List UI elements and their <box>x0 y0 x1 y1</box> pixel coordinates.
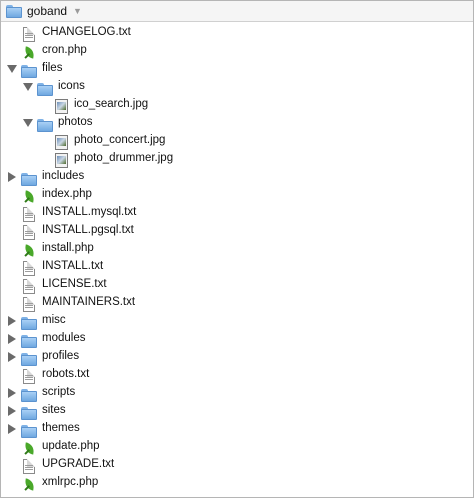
tree-file-row[interactable]: xmlrpc.php <box>1 474 473 492</box>
disclosure-closed-icon[interactable] <box>8 388 16 398</box>
finder-window: goband ▼ CHANGELOG.txt cron.php files icons… <box>0 0 474 498</box>
text-file-icon <box>23 368 35 384</box>
folder-icon <box>21 172 37 186</box>
folder-icon <box>6 4 22 18</box>
tree-file-row[interactable]: photo_concert.jpg <box>1 132 473 150</box>
php-file-icon <box>23 45 35 60</box>
image-file-icon <box>55 134 68 150</box>
tree-item-label: INSTALL.mysql.txt <box>42 206 137 218</box>
tree-item-label: profiles <box>42 350 80 362</box>
image-file-icon <box>55 98 68 114</box>
tree-file-row[interactable]: CHANGELOG.txt <box>1 24 473 42</box>
text-file-icon <box>23 206 35 222</box>
tree-folder-row[interactable]: misc <box>1 312 473 330</box>
tree-item-label: includes <box>42 170 85 182</box>
tree-item-label: INSTALL.txt <box>42 260 104 272</box>
tree-file-row[interactable]: cron.php <box>1 42 473 60</box>
folder-icon <box>21 64 37 78</box>
tree-file-row[interactable]: INSTALL.txt <box>1 258 473 276</box>
text-file-icon <box>23 458 35 474</box>
tree-folder-row[interactable]: profiles <box>1 348 473 366</box>
folder-icon <box>21 316 37 330</box>
tree-file-row[interactable]: LICENSE.txt <box>1 276 473 294</box>
tree-item-label: cron.php <box>42 44 87 56</box>
text-file-icon <box>23 260 35 276</box>
disclosure-closed-icon[interactable] <box>8 316 16 326</box>
folder-icon <box>21 352 37 366</box>
tree-file-row[interactable]: update.php <box>1 438 473 456</box>
folder-path-bar[interactable]: goband ▼ <box>1 1 473 22</box>
text-file-icon <box>23 26 35 42</box>
tree-item-label: photo_concert.jpg <box>74 134 166 146</box>
tree-folder-row[interactable]: photos <box>1 114 473 132</box>
folder-icon <box>21 424 37 438</box>
tree-file-row[interactable]: INSTALL.mysql.txt <box>1 204 473 222</box>
tree-item-label: scripts <box>42 386 76 398</box>
php-file-icon <box>23 189 35 204</box>
tree-folder-row[interactable]: sites <box>1 402 473 420</box>
folder-icon <box>21 334 37 348</box>
tree-item-label: LICENSE.txt <box>42 278 107 290</box>
tree-item-label: files <box>42 62 63 74</box>
tree-item-label: install.php <box>42 242 94 254</box>
tree-item-label: misc <box>42 314 66 326</box>
tree-file-row[interactable]: robots.txt <box>1 366 473 384</box>
folder-icon <box>21 388 37 402</box>
tree-file-row[interactable]: photo_drummer.jpg <box>1 150 473 168</box>
tree-item-label: CHANGELOG.txt <box>42 26 131 38</box>
tree-item-label: MAINTAINERS.txt <box>42 296 136 308</box>
tree-item-label: icons <box>58 80 85 92</box>
tree-file-row[interactable]: ico_search.jpg <box>1 96 473 114</box>
php-file-icon <box>23 477 35 492</box>
tree-item-label: modules <box>42 332 86 344</box>
tree-item-label: INSTALL.pgsql.txt <box>42 224 134 236</box>
disclosure-open-icon[interactable] <box>7 65 17 73</box>
tree-folder-row[interactable]: scripts <box>1 384 473 402</box>
tree-folder-row[interactable]: modules <box>1 330 473 348</box>
disclosure-closed-icon[interactable] <box>8 352 16 362</box>
php-file-icon <box>23 243 35 258</box>
tree-folder-row[interactable]: themes <box>1 420 473 438</box>
tree-item-label: photos <box>58 116 93 128</box>
image-file-icon <box>55 152 68 168</box>
tree-file-row[interactable]: INSTALL.pgsql.txt <box>1 222 473 240</box>
tree-item-label: index.php <box>42 188 92 200</box>
tree-item-label: themes <box>42 422 80 434</box>
disclosure-open-icon[interactable] <box>23 119 33 127</box>
disclosure-closed-icon[interactable] <box>8 334 16 344</box>
tree-file-row[interactable]: install.php <box>1 240 473 258</box>
tree-folder-row[interactable]: icons <box>1 78 473 96</box>
text-file-icon <box>23 224 35 240</box>
text-file-icon <box>23 278 35 294</box>
disclosure-closed-icon[interactable] <box>8 406 16 416</box>
tree-folder-row[interactable]: files <box>1 60 473 78</box>
tree-item-label: update.php <box>42 440 100 452</box>
folder-icon <box>37 118 53 132</box>
text-file-icon <box>23 296 35 312</box>
folder-icon <box>21 406 37 420</box>
tree-item-label: photo_drummer.jpg <box>74 152 174 164</box>
tree-item-label: xmlrpc.php <box>42 476 99 488</box>
disclosure-closed-icon[interactable] <box>8 424 16 434</box>
folder-icon <box>37 82 53 96</box>
disclosure-open-icon[interactable] <box>23 83 33 91</box>
tree-folder-row[interactable]: includes <box>1 168 473 186</box>
php-file-icon <box>23 441 35 456</box>
tree-item-label: UPGRADE.txt <box>42 458 115 470</box>
tree-item-label: robots.txt <box>42 368 90 380</box>
disclosure-closed-icon[interactable] <box>8 172 16 182</box>
tree-item-label: sites <box>42 404 66 416</box>
window-title: goband <box>27 4 68 18</box>
tree-item-label: ico_search.jpg <box>74 98 149 110</box>
tree-file-row[interactable]: MAINTAINERS.txt <box>1 294 473 312</box>
tree-file-row[interactable]: UPGRADE.txt <box>1 456 473 474</box>
chevron-down-icon[interactable]: ▼ <box>73 6 82 16</box>
tree-file-row[interactable]: index.php <box>1 186 473 204</box>
